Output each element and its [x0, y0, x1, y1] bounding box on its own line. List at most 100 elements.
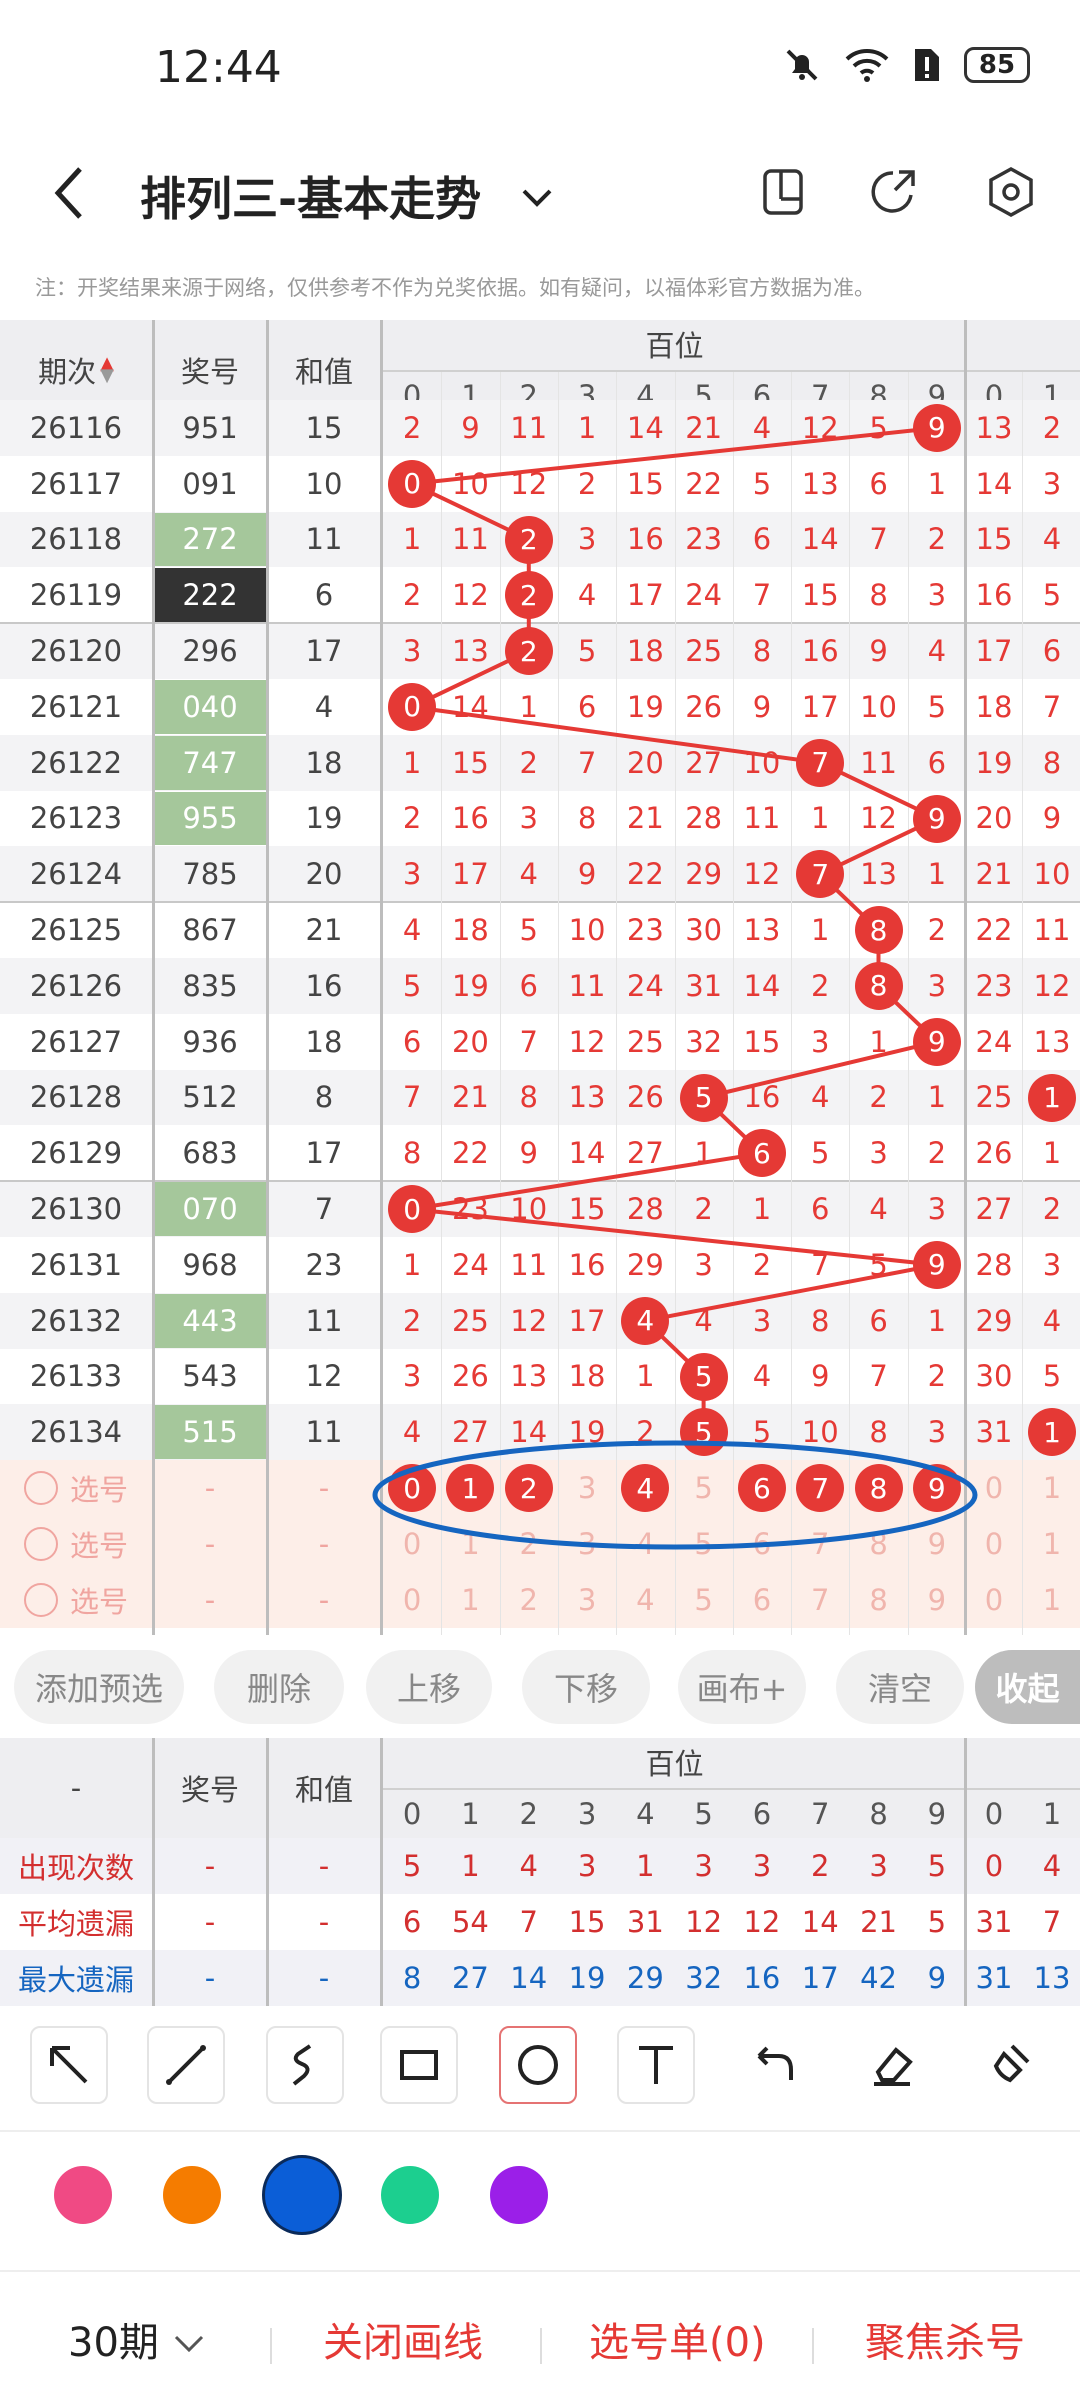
stats-value: 5: [402, 1849, 422, 1883]
battery-icon: 85: [964, 47, 1030, 83]
stats-value: 13: [1033, 1961, 1071, 1995]
column-divider: [380, 1738, 383, 2006]
stats-value: 3: [694, 1849, 713, 1883]
stats-value: 1: [461, 1849, 480, 1883]
curve-tool[interactable]: [266, 2026, 344, 2104]
color-swatch[interactable]: [54, 2166, 112, 2224]
draw-toolbar: [0, 2010, 1080, 2132]
stats-group-label: 百位: [645, 1747, 704, 1781]
stats-value: 16: [743, 1961, 781, 1995]
collapse-button[interactable]: 收起: [975, 1650, 1080, 1724]
stats-sum-dash: -: [318, 1961, 330, 1995]
rectangle-tool[interactable]: [380, 2026, 458, 2104]
stats-row-label: 出现次数: [17, 1851, 134, 1885]
back-icon[interactable]: [50, 163, 90, 223]
page-title[interactable]: 排列三-基本走势: [140, 163, 481, 229]
circle-tool[interactable]: [499, 2026, 577, 2104]
close-draw-button[interactable]: 关闭画线: [323, 2310, 483, 2368]
settings-icon[interactable]: [984, 165, 1038, 219]
arrow-icon: [50, 2046, 88, 2084]
digit-header: 8: [869, 1797, 888, 1831]
move-down-button[interactable]: 下移: [522, 1650, 650, 1724]
digit-header: 3: [577, 1797, 597, 1831]
stats-value: 5: [927, 1905, 947, 1939]
stats-value: 54: [451, 1905, 489, 1939]
stats-value: 17: [801, 1961, 839, 1995]
bottom-bar: 30期 关闭画线 选号单(0) 聚焦杀号: [0, 2280, 1080, 2400]
disclaimer-note: 注：开奖结果来源于网络，仅供参考不作为兑奖依据。如有疑问，以福体彩官方数据为准。: [35, 276, 875, 300]
stats-sum-dash: -: [318, 1905, 330, 1939]
digit-header: 6: [752, 1797, 772, 1831]
action-bar: 添加预选 删除 上移 下移 画布+ 清空 收起: [0, 1640, 1080, 1740]
selected-digit[interactable]: 2: [504, 1464, 553, 1513]
selected-digit[interactable]: 6: [737, 1464, 786, 1513]
digit-header: 4: [636, 1797, 655, 1831]
line-tool[interactable]: [147, 2026, 225, 2104]
eraser-tool[interactable]: [852, 2026, 930, 2104]
delete-button[interactable]: 删除: [214, 1650, 344, 1724]
hit-ball: 0: [388, 682, 437, 731]
stats-value: 27: [451, 1961, 489, 1995]
stats-value: 19: [568, 1961, 606, 1995]
color-swatch[interactable]: [262, 2155, 342, 2235]
stats-number-dash: -: [204, 1961, 216, 1995]
color-swatch[interactable]: [490, 2166, 548, 2224]
canvas-plus-button[interactable]: 画布+: [678, 1650, 806, 1724]
selected-digit[interactable]: 1: [446, 1464, 495, 1513]
add-preselect-button[interactable]: 添加预选: [14, 1650, 184, 1724]
clear-brush-icon: [993, 2044, 1030, 2083]
column-divider: [152, 320, 155, 1635]
hit-balls-layer: 90222079788951609455101246789: [0, 320, 1080, 1635]
selected-digit[interactable]: 9: [912, 1464, 961, 1513]
color-swatch[interactable]: [381, 2166, 439, 2224]
color-swatch[interactable]: [163, 2166, 221, 2224]
stats-value: 6: [402, 1905, 422, 1939]
stats-col-number: 奖号: [180, 1773, 239, 1807]
hit-ball: 5: [679, 1408, 728, 1457]
column-divider: [380, 320, 383, 1635]
hit-ball: 5: [679, 1352, 728, 1401]
selected-digit[interactable]: 8: [854, 1464, 903, 1513]
stats-number-dash: -: [204, 1849, 216, 1883]
eraser-icon: [874, 2047, 913, 2086]
selected-digit[interactable]: 4: [621, 1464, 670, 1513]
select-list-button[interactable]: 选号单(0): [589, 2310, 766, 2368]
hit-ball: 4: [621, 1296, 670, 1345]
selected-digit[interactable]: 0: [388, 1464, 437, 1513]
stats-value: 32: [685, 1961, 723, 1995]
stats-value: 12: [685, 1905, 723, 1939]
selected-digit[interactable]: 7: [796, 1464, 845, 1513]
hit-ball: 9: [912, 1017, 961, 1066]
hit-ball: 9: [912, 403, 961, 452]
hit-ball: 6: [737, 1129, 786, 1178]
stats-value: 14: [510, 1961, 548, 1995]
stats-value: 3: [752, 1849, 772, 1883]
stats-value: 7: [1042, 1905, 1062, 1939]
chevron-down-icon[interactable]: [520, 183, 554, 213]
phone-layout-icon[interactable]: [757, 165, 811, 219]
stats-value: 1: [636, 1849, 655, 1883]
stats-value: 31: [626, 1905, 664, 1939]
stats-sum-dash: -: [318, 1849, 330, 1883]
column-divider: [266, 320, 269, 1635]
clear-button[interactable]: 清空: [836, 1650, 964, 1724]
clear-brush-tool[interactable]: [972, 2026, 1050, 2104]
focus-kill-button[interactable]: 聚焦杀号: [865, 2310, 1025, 2368]
digit-header: 0: [402, 1797, 422, 1831]
arrow-tool[interactable]: [30, 2026, 108, 2104]
stats-value: 2: [811, 1849, 830, 1883]
rectangle-icon: [400, 2050, 438, 2080]
hit-ball: 7: [796, 738, 845, 787]
app-header: 排列三-基本走势: [0, 145, 1080, 260]
share-icon[interactable]: [867, 165, 921, 219]
hit-ball: 7: [796, 850, 845, 899]
move-up-button[interactable]: 上移: [366, 1650, 492, 1724]
period-select[interactable]: 30期: [68, 2310, 206, 2368]
hit-ball: 1: [1028, 1408, 1076, 1457]
column-divider: [152, 1738, 155, 2006]
undo-tool[interactable]: [735, 2026, 813, 2104]
column-divider: [266, 1738, 269, 2006]
sim-alert-icon: [915, 49, 939, 81]
stats-value: 31: [975, 1961, 1013, 1995]
text-tool[interactable]: [617, 2026, 695, 2104]
